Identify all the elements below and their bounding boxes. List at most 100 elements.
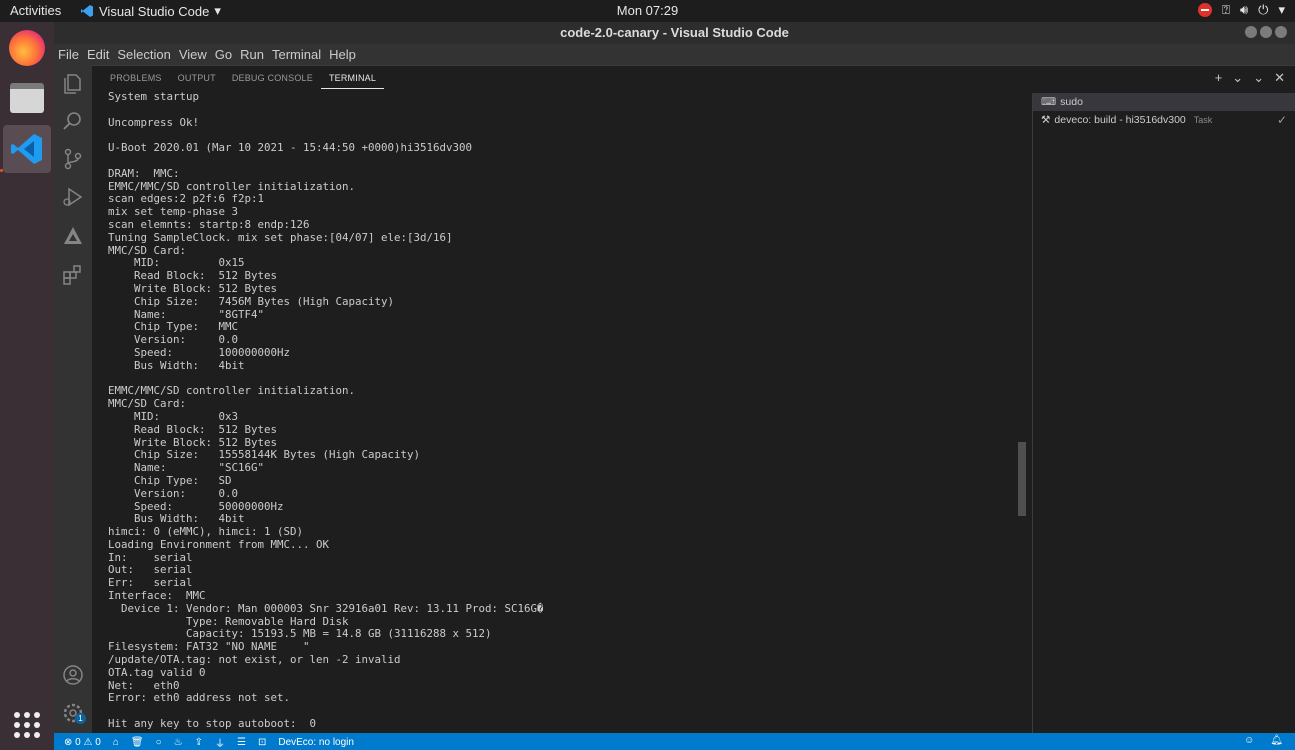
maximize-panel-icon[interactable]: ⌄: [1253, 70, 1264, 86]
terminal-line: /update/OTA.tag: not exist, or len -2 in…: [108, 653, 401, 667]
bottom-panel: PROBLEMS OUTPUT DEBUG CONSOLE TERMINAL +…: [92, 65, 1295, 734]
volume-icon[interactable]: 🔊︎: [1240, 2, 1248, 18]
search-icon[interactable]: [61, 109, 85, 133]
terminal-list: ⌨︎ sudo ⚒ deveco: build - hi3516dv300 Ta…: [1032, 93, 1295, 734]
terminal-line: Speed: 100000000Hz: [108, 345, 291, 359]
system-tray[interactable]: ⍰ 🔊︎ ⏻ ▾: [1198, 2, 1285, 18]
error-count: 0: [75, 737, 81, 748]
tray-caret-icon[interactable]: ▾: [1278, 2, 1285, 18]
show-applications-icon[interactable]: [14, 712, 40, 738]
warning-icon: ⚠: [83, 737, 93, 748]
terminal-line: In: serial: [108, 550, 193, 564]
plug-icon[interactable]: ⏚: [215, 735, 225, 750]
maximize-button[interactable]: [1260, 26, 1272, 38]
terminal-item-deveco-build[interactable]: ⚒ deveco: build - hi3516dv300 Task ✓: [1033, 111, 1295, 129]
terminal-line: Interface: MMC: [108, 589, 206, 603]
list-icon[interactable]: ☰: [237, 737, 246, 748]
menu-edit[interactable]: Edit: [83, 44, 113, 65]
notifications-bell-icon[interactable]: 🔔︎: [1270, 735, 1283, 746]
accessibility-icon[interactable]: ⍰: [1222, 2, 1230, 18]
caret-down-icon: ▾: [214, 3, 221, 18]
terminal-line: MMC/SD Card:: [108, 243, 187, 257]
terminal-line: Err: serial: [108, 576, 193, 590]
trash-icon[interactable]: 🗑︎: [131, 737, 144, 748]
dock-vscode[interactable]: [3, 125, 51, 173]
tab-debug-console[interactable]: DEBUG CONSOLE: [224, 72, 321, 89]
minimize-button[interactable]: [1245, 26, 1257, 38]
terminal-line: scan edges:2 p2f:6 f2p:1: [108, 192, 265, 206]
menu-bar: File Edit Selection View Go Run Terminal…: [54, 44, 1295, 65]
dock-firefox[interactable]: [3, 24, 51, 72]
explorer-icon[interactable]: [61, 72, 85, 96]
terminal-line: MID: 0x3: [108, 409, 239, 423]
close-button[interactable]: [1275, 26, 1287, 38]
new-terminal-icon[interactable]: +: [1215, 70, 1223, 86]
terminal-line: Device 1: Vendor: Man 000003 Snr 32916a0…: [108, 601, 544, 615]
app-menu[interactable]: Visual Studio Code ▾: [80, 3, 221, 19]
terminal-line: Bus Width: 4bit: [108, 358, 245, 372]
terminal-line: Uncompress Ok!: [108, 115, 200, 129]
terminal-icon[interactable]: ⊡: [258, 737, 266, 748]
accounts-icon[interactable]: [61, 663, 85, 687]
menu-terminal[interactable]: Terminal: [268, 44, 325, 65]
tab-output[interactable]: OUTPUT: [170, 72, 224, 89]
upload-icon[interactable]: ⇪: [195, 737, 203, 748]
status-bar: ⊗ 0 ⚠ 0 ⌂ 🗑︎ ○ ♨ ⇪ ⏚ ☰ ⊡ DevEco: no logi…: [54, 733, 1295, 750]
problems-status[interactable]: ⊗ 0 ⚠ 0: [64, 737, 101, 748]
tab-terminal[interactable]: TERMINAL: [320, 72, 385, 89]
manage-badge: 1: [75, 713, 86, 724]
menu-selection[interactable]: Selection: [113, 44, 174, 65]
feedback-icon[interactable]: ☺: [1244, 735, 1254, 746]
flame-icon[interactable]: ♨: [174, 737, 183, 748]
run-debug-icon[interactable]: [61, 185, 85, 209]
panel-actions: + ⌄ ⌄ ✕: [1215, 70, 1285, 86]
terminal-line: Chip Type: SD: [108, 473, 232, 487]
window-controls: [1245, 26, 1287, 38]
terminal-line: Version: 0.0: [108, 486, 239, 500]
terminal-prompt-icon: ⌨︎: [1041, 96, 1057, 108]
window-title-bar[interactable]: code-2.0-canary - Visual Studio Code: [54, 22, 1295, 44]
home-icon[interactable]: ⌂: [113, 737, 119, 748]
menu-file[interactable]: File: [54, 44, 83, 65]
terminal-line: OTA.tag valid 0: [108, 665, 206, 679]
activity-bar: 1: [54, 65, 92, 733]
menu-go[interactable]: Go: [211, 44, 236, 65]
activities-button[interactable]: Activities: [10, 3, 61, 18]
terminal-output[interactable]: System startup Uncompress Ok! U-Boot 2020.…: [108, 91, 1023, 731]
menu-help[interactable]: Help: [325, 44, 360, 65]
files-icon: [10, 83, 44, 113]
task-tag: Task: [1193, 115, 1213, 125]
circle-icon[interactable]: ○: [156, 737, 162, 748]
deveco-icon[interactable]: [61, 224, 85, 248]
tab-problems[interactable]: PROBLEMS: [102, 72, 170, 89]
terminal-line: System startup: [108, 91, 200, 103]
terminal-dropdown-icon[interactable]: ⌄: [1232, 70, 1243, 86]
terminal-line: himci: 0 (eMMC), himci: 1 (SD): [108, 525, 304, 539]
terminal-line: Tuning SampleClock. mix set phase:[04/07…: [108, 230, 453, 244]
source-control-icon[interactable]: [61, 147, 85, 171]
power-icon[interactable]: ⏻: [1258, 2, 1268, 18]
terminal-scrollbar[interactable]: [1018, 442, 1026, 516]
terminal-line: Write Block: 512 Bytes: [108, 281, 278, 295]
terminal-line: Speed: 50000000Hz: [108, 499, 284, 513]
terminal-line: Loading Environment from MMC... OK: [108, 537, 330, 551]
terminal-line: EMMC/MMC/SD controller initialization.: [108, 384, 356, 398]
terminal-item-sudo[interactable]: ⌨︎ sudo: [1033, 93, 1295, 111]
dock-files[interactable]: [3, 74, 51, 122]
terminal-line: U-Boot 2020.01 (Mar 10 2021 - 15:44:50 +…: [108, 141, 473, 155]
terminal-item-label: deveco: build - hi3516dv300: [1054, 114, 1186, 126]
terminal-line: Name: "8GTF4": [108, 307, 265, 321]
terminal-line: MMC/SD Card:: [108, 397, 187, 411]
do-not-disturb-icon[interactable]: [1198, 3, 1213, 17]
app-menu-label: Visual Studio Code: [99, 3, 210, 19]
close-panel-icon[interactable]: ✕: [1274, 70, 1285, 86]
menu-run[interactable]: Run: [236, 44, 268, 65]
terminal-line: Read Block: 512 Bytes: [108, 422, 278, 436]
terminal-line: Hit any key to stop autoboot: 0: [108, 717, 317, 731]
deveco-login[interactable]: DevEco: no login: [278, 737, 354, 748]
terminal-line: Chip Size: 7456M Bytes (High Capacity): [108, 294, 395, 308]
menu-view[interactable]: View: [175, 44, 211, 65]
extensions-icon[interactable]: [61, 263, 85, 287]
